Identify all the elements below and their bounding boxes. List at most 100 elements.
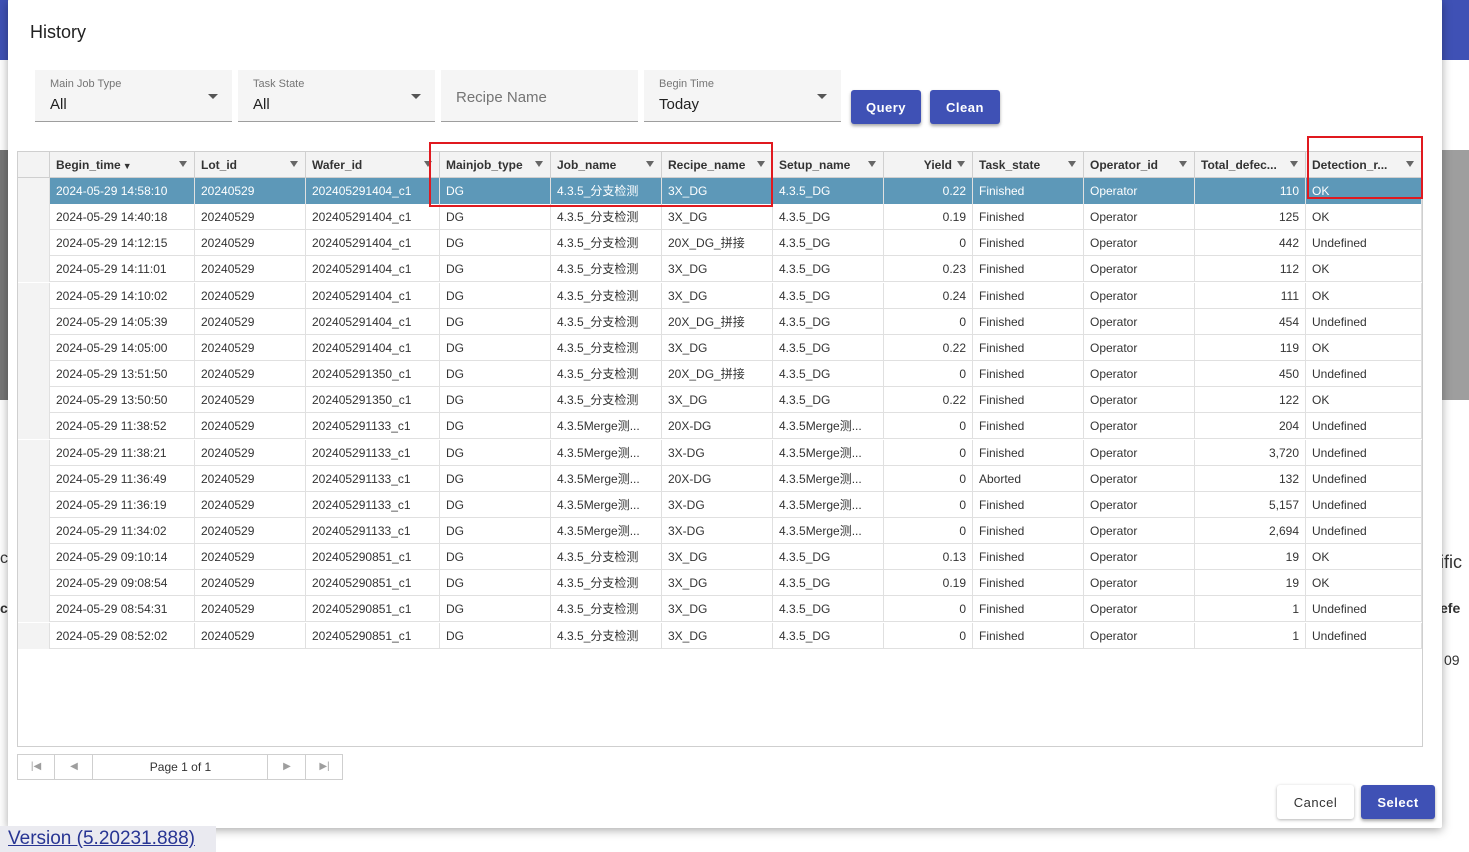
last-page-icon[interactable]: ▶| xyxy=(306,755,343,779)
table-row[interactable]: 2024-05-29 08:54:31 20240529 202405290851_… xyxy=(18,596,1422,623)
cancel-button[interactable]: Cancel xyxy=(1277,785,1354,819)
column-header-operator-id[interactable]: Operator_id xyxy=(1084,152,1195,178)
filter-icon[interactable] xyxy=(1290,161,1298,167)
prev-page-icon[interactable]: ◀ xyxy=(56,755,93,779)
row-header[interactable] xyxy=(18,544,50,571)
cell-begin-time: 2024-05-29 08:52:02 xyxy=(50,622,195,649)
row-header[interactable] xyxy=(18,622,50,649)
row-header[interactable] xyxy=(18,491,50,518)
row-header[interactable] xyxy=(18,413,50,440)
cell-wafer-id: 202405291350_c1 xyxy=(306,387,440,414)
column-header-label: Wafer_id xyxy=(312,158,363,172)
row-header[interactable] xyxy=(18,465,50,492)
sort-desc-icon: ▼ xyxy=(122,161,132,171)
cell-task-state: Finished xyxy=(973,204,1084,231)
cell-operator-id: Operator xyxy=(1084,465,1195,492)
row-header[interactable] xyxy=(18,204,50,231)
table-row[interactable]: 2024-05-29 11:38:21 20240529 202405291133_… xyxy=(18,439,1422,466)
cell-begin-time: 2024-05-29 14:05:00 xyxy=(50,334,195,361)
row-header[interactable] xyxy=(18,361,50,388)
table-row[interactable]: 2024-05-29 14:40:18 20240529 202405291404_… xyxy=(18,204,1422,231)
filter-icon[interactable] xyxy=(1179,161,1187,167)
cell-recipe-name: 3X_DG xyxy=(662,334,773,361)
table-row[interactable]: 2024-05-29 09:08:54 20240529 202405290851_… xyxy=(18,570,1422,597)
background-text: c xyxy=(0,550,8,567)
dialog-title: History xyxy=(30,22,87,42)
table-row[interactable]: 2024-05-29 14:11:01 20240529 202405291404_… xyxy=(18,256,1422,283)
column-header-lot-id[interactable]: Lot_id xyxy=(195,152,306,178)
cell-task-state: Finished xyxy=(973,282,1084,309)
column-header-wafer-id[interactable]: Wafer_id xyxy=(306,152,440,178)
next-page-icon[interactable]: ▶ xyxy=(269,755,306,779)
cell-operator-id: Operator xyxy=(1084,230,1195,257)
version-link[interactable]: Version (5.20231.888) xyxy=(0,826,216,852)
cell-mainjob-type: DG xyxy=(440,413,551,440)
cell-wafer-id: 202405291404_c1 xyxy=(306,308,440,335)
row-header[interactable] xyxy=(18,334,50,361)
cell-recipe-name: 20X_DG_拼接 xyxy=(662,308,773,335)
cell-detection-result: OK xyxy=(1306,256,1422,283)
cell-recipe-name: 3X_DG xyxy=(662,204,773,231)
table-row[interactable]: 2024-05-29 11:38:52 20240529 202405291133_… xyxy=(18,413,1422,440)
cell-total-defects: 111 xyxy=(1195,282,1306,309)
cell-task-state: Finished xyxy=(973,334,1084,361)
cell-total-defects: 454 xyxy=(1195,308,1306,335)
row-header[interactable] xyxy=(18,256,50,283)
row-header[interactable] xyxy=(18,439,50,466)
column-header-begin-time[interactable]: Begin_time ▼ xyxy=(50,152,195,178)
cell-wafer-id: 202405291404_c1 xyxy=(306,256,440,283)
column-header-task-state[interactable]: Task_state xyxy=(973,152,1084,178)
row-header[interactable] xyxy=(18,517,50,544)
column-header-total-defects[interactable]: Total_defec... xyxy=(1195,152,1306,178)
cell-total-defects: 1 xyxy=(1195,622,1306,649)
row-header[interactable] xyxy=(18,230,50,257)
filter-icon[interactable] xyxy=(1068,161,1076,167)
row-header[interactable] xyxy=(18,387,50,414)
cell-detection-result: Undefined xyxy=(1306,622,1422,649)
task-state-select[interactable]: Task State All xyxy=(238,70,435,122)
background-app-bar-left xyxy=(0,0,8,60)
cell-yield: 0 xyxy=(884,230,973,257)
filter-icon[interactable] xyxy=(957,161,965,167)
table-row[interactable]: 2024-05-29 13:50:50 20240529 202405291350_… xyxy=(18,387,1422,414)
select-button[interactable]: Select xyxy=(1361,785,1435,819)
filter-icon[interactable] xyxy=(868,161,876,167)
table-row[interactable]: 2024-05-29 11:34:02 20240529 202405291133_… xyxy=(18,517,1422,544)
cell-yield: 0 xyxy=(884,517,973,544)
query-button[interactable]: Query xyxy=(851,90,921,124)
table-row[interactable]: 2024-05-29 11:36:19 20240529 202405291133_… xyxy=(18,491,1422,518)
row-header[interactable] xyxy=(18,570,50,597)
row-header[interactable] xyxy=(18,178,50,204)
first-page-icon[interactable]: |◀ xyxy=(18,755,55,779)
cell-lot-id: 20240529 xyxy=(195,570,306,597)
cell-task-state: Finished xyxy=(973,361,1084,388)
cell-begin-time: 2024-05-29 09:10:14 xyxy=(50,544,195,571)
cell-lot-id: 20240529 xyxy=(195,465,306,492)
column-header-setup-name[interactable]: Setup_name xyxy=(773,152,884,178)
row-header[interactable] xyxy=(18,282,50,309)
filter-icon[interactable] xyxy=(290,161,298,167)
cell-detection-result: OK xyxy=(1306,334,1422,361)
table-row[interactable]: 2024-05-29 14:10:02 20240529 202405291404_… xyxy=(18,282,1422,309)
cell-recipe-name: 20X-DG xyxy=(662,465,773,492)
table-row[interactable]: 2024-05-29 08:52:02 20240529 202405290851_… xyxy=(18,622,1422,649)
column-header-yield[interactable]: Yield xyxy=(884,152,973,178)
table-row[interactable]: 2024-05-29 14:12:15 20240529 202405291404_… xyxy=(18,230,1422,257)
cell-total-defects: 2,694 xyxy=(1195,517,1306,544)
table-row[interactable]: 2024-05-29 13:51:50 20240529 202405291350_… xyxy=(18,361,1422,388)
filter-icon[interactable] xyxy=(179,161,187,167)
cell-wafer-id: 202405291133_c1 xyxy=(306,491,440,518)
cell-yield: 0.23 xyxy=(884,256,973,283)
main-job-type-select[interactable]: Main Job Type All xyxy=(35,70,232,122)
cell-wafer-id: 202405290851_c1 xyxy=(306,622,440,649)
cell-mainjob-type: DG xyxy=(440,204,551,231)
table-row[interactable]: 2024-05-29 14:05:00 20240529 202405291404_… xyxy=(18,334,1422,361)
clean-button[interactable]: Clean xyxy=(930,90,1000,124)
row-header[interactable] xyxy=(18,596,50,623)
table-row[interactable]: 2024-05-29 09:10:14 20240529 202405290851_… xyxy=(18,544,1422,571)
table-row[interactable]: 2024-05-29 11:36:49 20240529 202405291133_… xyxy=(18,465,1422,492)
row-header[interactable] xyxy=(18,308,50,335)
recipe-name-input[interactable]: Recipe Name xyxy=(441,70,638,122)
begin-time-select[interactable]: Begin Time Today xyxy=(644,70,841,122)
table-row[interactable]: 2024-05-29 14:05:39 20240529 202405291404_… xyxy=(18,308,1422,335)
